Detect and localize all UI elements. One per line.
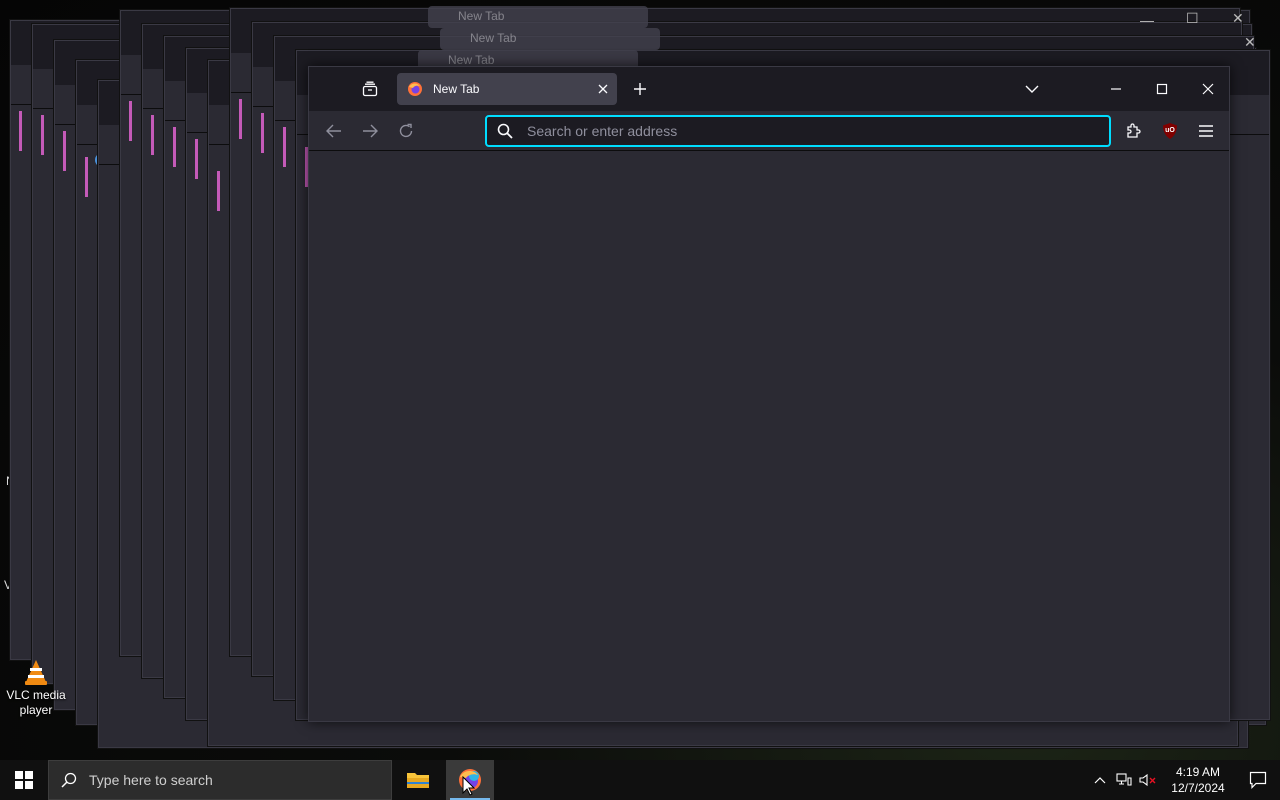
folder-icon — [407, 773, 429, 788]
windows-logo-icon — [15, 771, 33, 789]
app-menu-button[interactable] — [1195, 121, 1217, 141]
nav-toolbar: uO — [309, 111, 1229, 151]
tab-close-icon[interactable] — [595, 81, 611, 97]
back-button[interactable] — [323, 121, 345, 141]
new-tab-button[interactable] — [629, 79, 651, 99]
volume-button[interactable] — [1136, 760, 1160, 800]
page-content — [309, 152, 1229, 721]
forward-button[interactable] — [359, 121, 381, 141]
ublock-origin-button[interactable]: uO — [1159, 121, 1181, 141]
firefox-logo-icon — [408, 82, 422, 96]
taskbar-search-placeholder: Type here to search — [89, 772, 213, 788]
vlc-cone-icon — [25, 660, 47, 685]
firefox-view-button[interactable] — [359, 79, 381, 99]
hamburger-menu-icon — [1199, 125, 1213, 137]
close-icon — [1202, 83, 1214, 95]
extensions-button[interactable] — [1123, 121, 1145, 141]
search-icon — [497, 123, 513, 139]
network-button[interactable] — [1112, 760, 1136, 800]
tab-title: New Tab — [433, 82, 480, 96]
reload-button[interactable] — [395, 121, 417, 141]
chevron-up-icon — [1094, 777, 1106, 784]
ghost-tab: New Tab — [428, 6, 648, 28]
close-button[interactable] — [1197, 79, 1219, 99]
tab-bar: New Tab — [309, 67, 1229, 111]
vlc-desktop-shortcut[interactable]: VLC media player — [4, 658, 68, 718]
clock-time: 4:19 AM — [1175, 765, 1221, 779]
back-arrow-icon — [326, 124, 341, 138]
reload-icon — [399, 123, 413, 138]
clock-date: 12/7/2024 — [1171, 781, 1225, 795]
minimize-icon — [1111, 88, 1121, 90]
ublock-badge: uO — [1165, 127, 1175, 134]
file-explorer-taskbar-button[interactable] — [394, 760, 442, 800]
firefox-view-icon — [362, 81, 378, 97]
taskbar-search-box[interactable]: Type here to search — [48, 760, 392, 800]
magnifier-icon — [61, 772, 77, 788]
plus-icon — [634, 83, 646, 95]
ghost-maximize-icon: ☐ — [1186, 10, 1199, 26]
system-tray: 4:19 AM 12/7/2024 — [1088, 760, 1280, 800]
browser-window: New Tab Search or enter address uO — [308, 66, 1230, 722]
show-hidden-icons-button[interactable] — [1088, 760, 1112, 800]
start-button[interactable] — [0, 760, 48, 800]
action-center-button[interactable] — [1236, 760, 1280, 800]
minimize-button[interactable] — [1105, 79, 1127, 99]
vlc-desktop-label: VLC media player — [6, 688, 66, 717]
ghost-tab: New Tab — [440, 28, 660, 50]
address-bar[interactable] — [485, 115, 1111, 147]
puzzle-piece-icon — [1127, 123, 1141, 138]
tab-new-tab[interactable]: New Tab — [397, 73, 617, 105]
ghost-close-icon: ✕ — [1232, 10, 1244, 26]
clock[interactable]: 4:19 AM 12/7/2024 — [1166, 764, 1230, 796]
address-input[interactable] — [527, 123, 1087, 139]
notification-icon — [1249, 771, 1267, 789]
network-icon — [1116, 773, 1132, 786]
forward-arrow-icon — [363, 124, 378, 138]
list-all-tabs-button[interactable] — [1021, 79, 1043, 99]
maximize-icon — [1156, 83, 1168, 95]
maximize-button[interactable] — [1151, 79, 1173, 99]
ghost-close-icon: ✕ — [1244, 34, 1256, 50]
mouse-cursor-icon — [462, 776, 476, 796]
volume-muted-icon — [1139, 773, 1156, 787]
taskbar: Type here to search 4:19 AM 12/7/2024 — [0, 760, 1280, 800]
ghost-minimize-icon: — — [1140, 12, 1154, 28]
chevron-down-icon — [1025, 85, 1039, 93]
